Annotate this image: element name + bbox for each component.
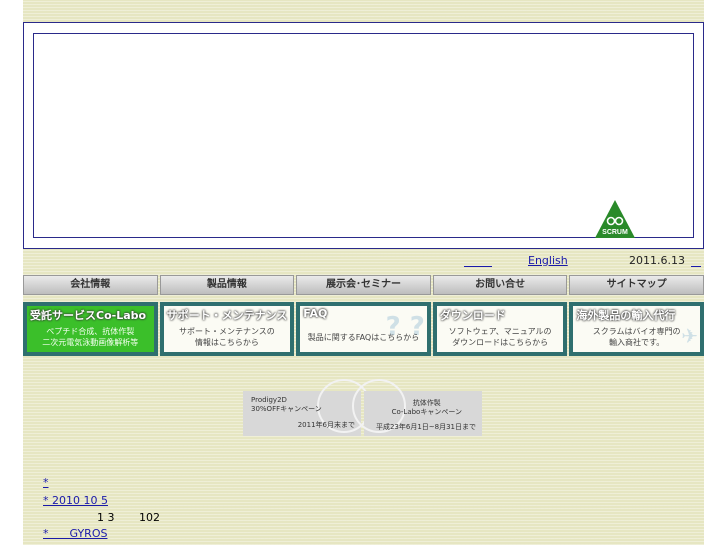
banner-faq[interactable]: ? ? FAQ 製品に関するFAQはこちらから bbox=[296, 302, 431, 356]
banner-colabo[interactable]: 受託サービスCo-Labo ペプチド合成、抗体作製 二次元電気泳動画像解析等 bbox=[23, 302, 158, 356]
news-item[interactable]: * 2010 10 5 bbox=[43, 494, 184, 507]
banner-desc: ペプチド合成、抗体作製 二次元電気泳動画像解析等 bbox=[27, 326, 154, 348]
banner-desc: ソフトウェア、マニュアルの ダウンロードはこちらから bbox=[437, 326, 564, 348]
banner-desc-line: ペプチド合成、抗体作製 bbox=[46, 327, 135, 336]
banner-desc: サポート・メンテナンスの 情報はこちらから bbox=[164, 326, 291, 348]
news-item[interactable]: * bbox=[43, 476, 139, 489]
news-text: 1 3 102 bbox=[97, 511, 160, 524]
main-nav: 会社情報 製品情報 展示会･セミナー お問い合せ サイトマップ bbox=[23, 275, 704, 295]
banner-desc: 製品に関するFAQはこちらから bbox=[300, 332, 427, 343]
banner-desc: スクラムはバイオ専門の 輸入商社です。 bbox=[573, 326, 700, 348]
promo-line: Prodigy2D bbox=[251, 396, 287, 404]
banner-support[interactable]: サポート・メンテナンス サポート・メンテナンスの 情報はこちらから bbox=[159, 302, 295, 356]
banner-desc-line: 輸入商社です。 bbox=[609, 338, 665, 347]
nav-item-products[interactable]: 製品情報 bbox=[159, 275, 295, 295]
utility-bar: English 2011.6.13 bbox=[23, 252, 704, 270]
banner-desc-line: ソフトウェア、マニュアルの bbox=[448, 327, 552, 336]
banner-download[interactable]: ダウンロード ソフトウェア、マニュアルの ダウンロードはこちらから bbox=[432, 302, 568, 356]
scrum-logo[interactable]: SCRUM bbox=[594, 199, 636, 239]
nav-item-contact[interactable]: お問い合せ bbox=[432, 275, 568, 295]
banner-title: 海外製品の輸入代行 bbox=[576, 309, 676, 322]
utility-link-blank[interactable] bbox=[464, 255, 492, 267]
news-link[interactable]: * 2010 10 5 bbox=[43, 494, 184, 507]
promo-line: Co-Laboキャンペーン bbox=[391, 408, 462, 416]
banner-desc-line: サポート・メンテナンスの bbox=[178, 327, 275, 336]
banner-title: FAQ bbox=[303, 307, 328, 320]
nav-item-events[interactable]: 展示会･セミナー bbox=[296, 275, 431, 295]
banner-title: サポート・メンテナンス bbox=[166, 309, 288, 322]
promo-heading: 抗体作製 Co-Laboキャンペーン bbox=[392, 399, 462, 417]
banner-desc-line: ダウンロードはこちらから bbox=[452, 338, 549, 347]
page-background: SCRUM English 2011.6.13 会社情報 製品情報 展示会･セミ… bbox=[23, 0, 704, 545]
promo-period: 2011年6月末まで bbox=[297, 421, 355, 429]
banner-desc-line: 情報はこちらから bbox=[194, 338, 259, 347]
banner-import[interactable]: ✈ 海外製品の輸入代行 スクラムはバイオ専門の 輸入商社です。 bbox=[569, 302, 704, 356]
banner-title: 受託サービスCo-Labo bbox=[30, 309, 147, 322]
logo-icon: SCRUM bbox=[595, 200, 635, 238]
nav-item-company[interactable]: 会社情報 bbox=[23, 275, 158, 295]
news-link[interactable]: * bbox=[43, 476, 139, 489]
promo-colabo[interactable]: 抗体作製 Co-Laboキャンペーン 平成23年6月1日~8月31日まで bbox=[352, 379, 482, 436]
banner-desc-line: 製品に関するFAQはこちらから bbox=[307, 333, 420, 342]
date-text: 2011.6.13 bbox=[629, 254, 685, 267]
logo-text: SCRUM bbox=[602, 229, 628, 236]
banner-desc-line: 二次元電気泳動画像解析等 bbox=[42, 338, 139, 347]
promo-prodigy[interactable]: Prodigy2D 30%OFFキャンペーン 2011年6月末まで bbox=[243, 379, 371, 436]
promo-line: 30%OFFキャンペーン bbox=[251, 405, 322, 413]
english-link[interactable]: English bbox=[528, 254, 568, 267]
promo-period: 平成23年6月1日~8月31日まで bbox=[375, 423, 476, 431]
banner-desc-line: スクラムはバイオ専門の bbox=[592, 327, 681, 336]
banner-title: ダウンロード bbox=[439, 309, 506, 322]
promo-heading: Prodigy2D 30%OFFキャンペーン bbox=[251, 396, 322, 414]
news-item[interactable]: * GYROS bbox=[43, 527, 123, 540]
feature-banners: 受託サービスCo-Labo ペプチド合成、抗体作製 二次元電気泳動画像解析等 サ… bbox=[23, 302, 704, 356]
utility-link-end[interactable] bbox=[691, 255, 701, 267]
promo-line: 抗体作製 bbox=[412, 399, 441, 407]
nav-item-sitemap[interactable]: サイトマップ bbox=[569, 275, 704, 295]
header-inner-frame: SCRUM bbox=[33, 33, 694, 238]
header-banner: SCRUM bbox=[23, 22, 704, 249]
news-link[interactable]: * GYROS bbox=[43, 527, 123, 540]
